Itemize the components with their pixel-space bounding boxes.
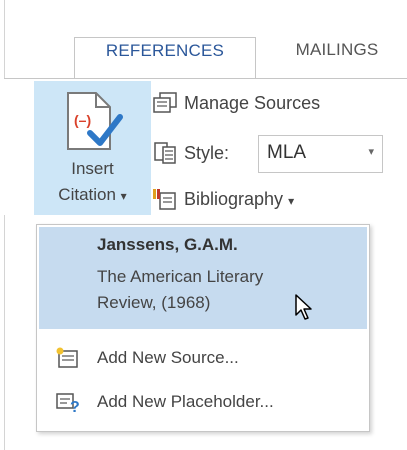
- add-source-icon: [56, 347, 78, 368]
- citation-title: The American Literary: [97, 267, 264, 286]
- chevron-down-icon: ▾: [288, 194, 295, 208]
- bibliography-icon: [153, 189, 176, 210]
- tab-mailings[interactable]: MAILINGS: [262, 37, 407, 78]
- svg-text:(–): (–): [74, 112, 91, 128]
- citation-style-select[interactable]: MLA ▾: [258, 135, 383, 173]
- bibliography-label: Bibliography ▾: [184, 189, 295, 209]
- svg-text:?: ?: [70, 399, 80, 413]
- add-new-source-item[interactable]: Add New Source...: [39, 341, 367, 375]
- citation-author: Janssens, G.A.M.: [97, 235, 238, 254]
- style-icon: [154, 142, 176, 164]
- chevron-down-icon: ▾: [368, 146, 374, 158]
- chevron-down-icon: ▾: [120, 189, 127, 203]
- insert-citation-label: Insert: [71, 159, 114, 178]
- placeholder-icon: ?: [56, 393, 80, 413]
- add-new-placeholder-item[interactable]: ? Add New Placeholder...: [39, 385, 367, 419]
- insert-citation-label-2: Citation ▾: [58, 185, 127, 204]
- ribbon-tab-row: REFERENCES MAILINGS: [0, 0, 407, 79]
- insert-citation-icon: (–): [67, 92, 123, 150]
- citation-title-cont: Review, (1968): [97, 293, 211, 312]
- citation-style-value: MLA: [267, 142, 307, 163]
- style-label: Style:: [184, 143, 230, 163]
- mouse-pointer-icon: [295, 294, 312, 320]
- manage-sources-icon: [153, 92, 177, 113]
- add-new-source-label: Add New Source...: [97, 348, 239, 367]
- citation-entry[interactable]: Janssens, G.A.M. The American Literary R…: [39, 227, 367, 329]
- manage-sources-label: Manage Sources: [184, 93, 321, 113]
- tab-references[interactable]: REFERENCES: [74, 37, 256, 79]
- insert-citation-dropdown: Janssens, G.A.M. The American Literary R…: [36, 224, 370, 432]
- insert-citation-button[interactable]: (–) Insert Citation ▾: [34, 81, 151, 215]
- add-new-placeholder-label: Add New Placeholder...: [97, 392, 274, 411]
